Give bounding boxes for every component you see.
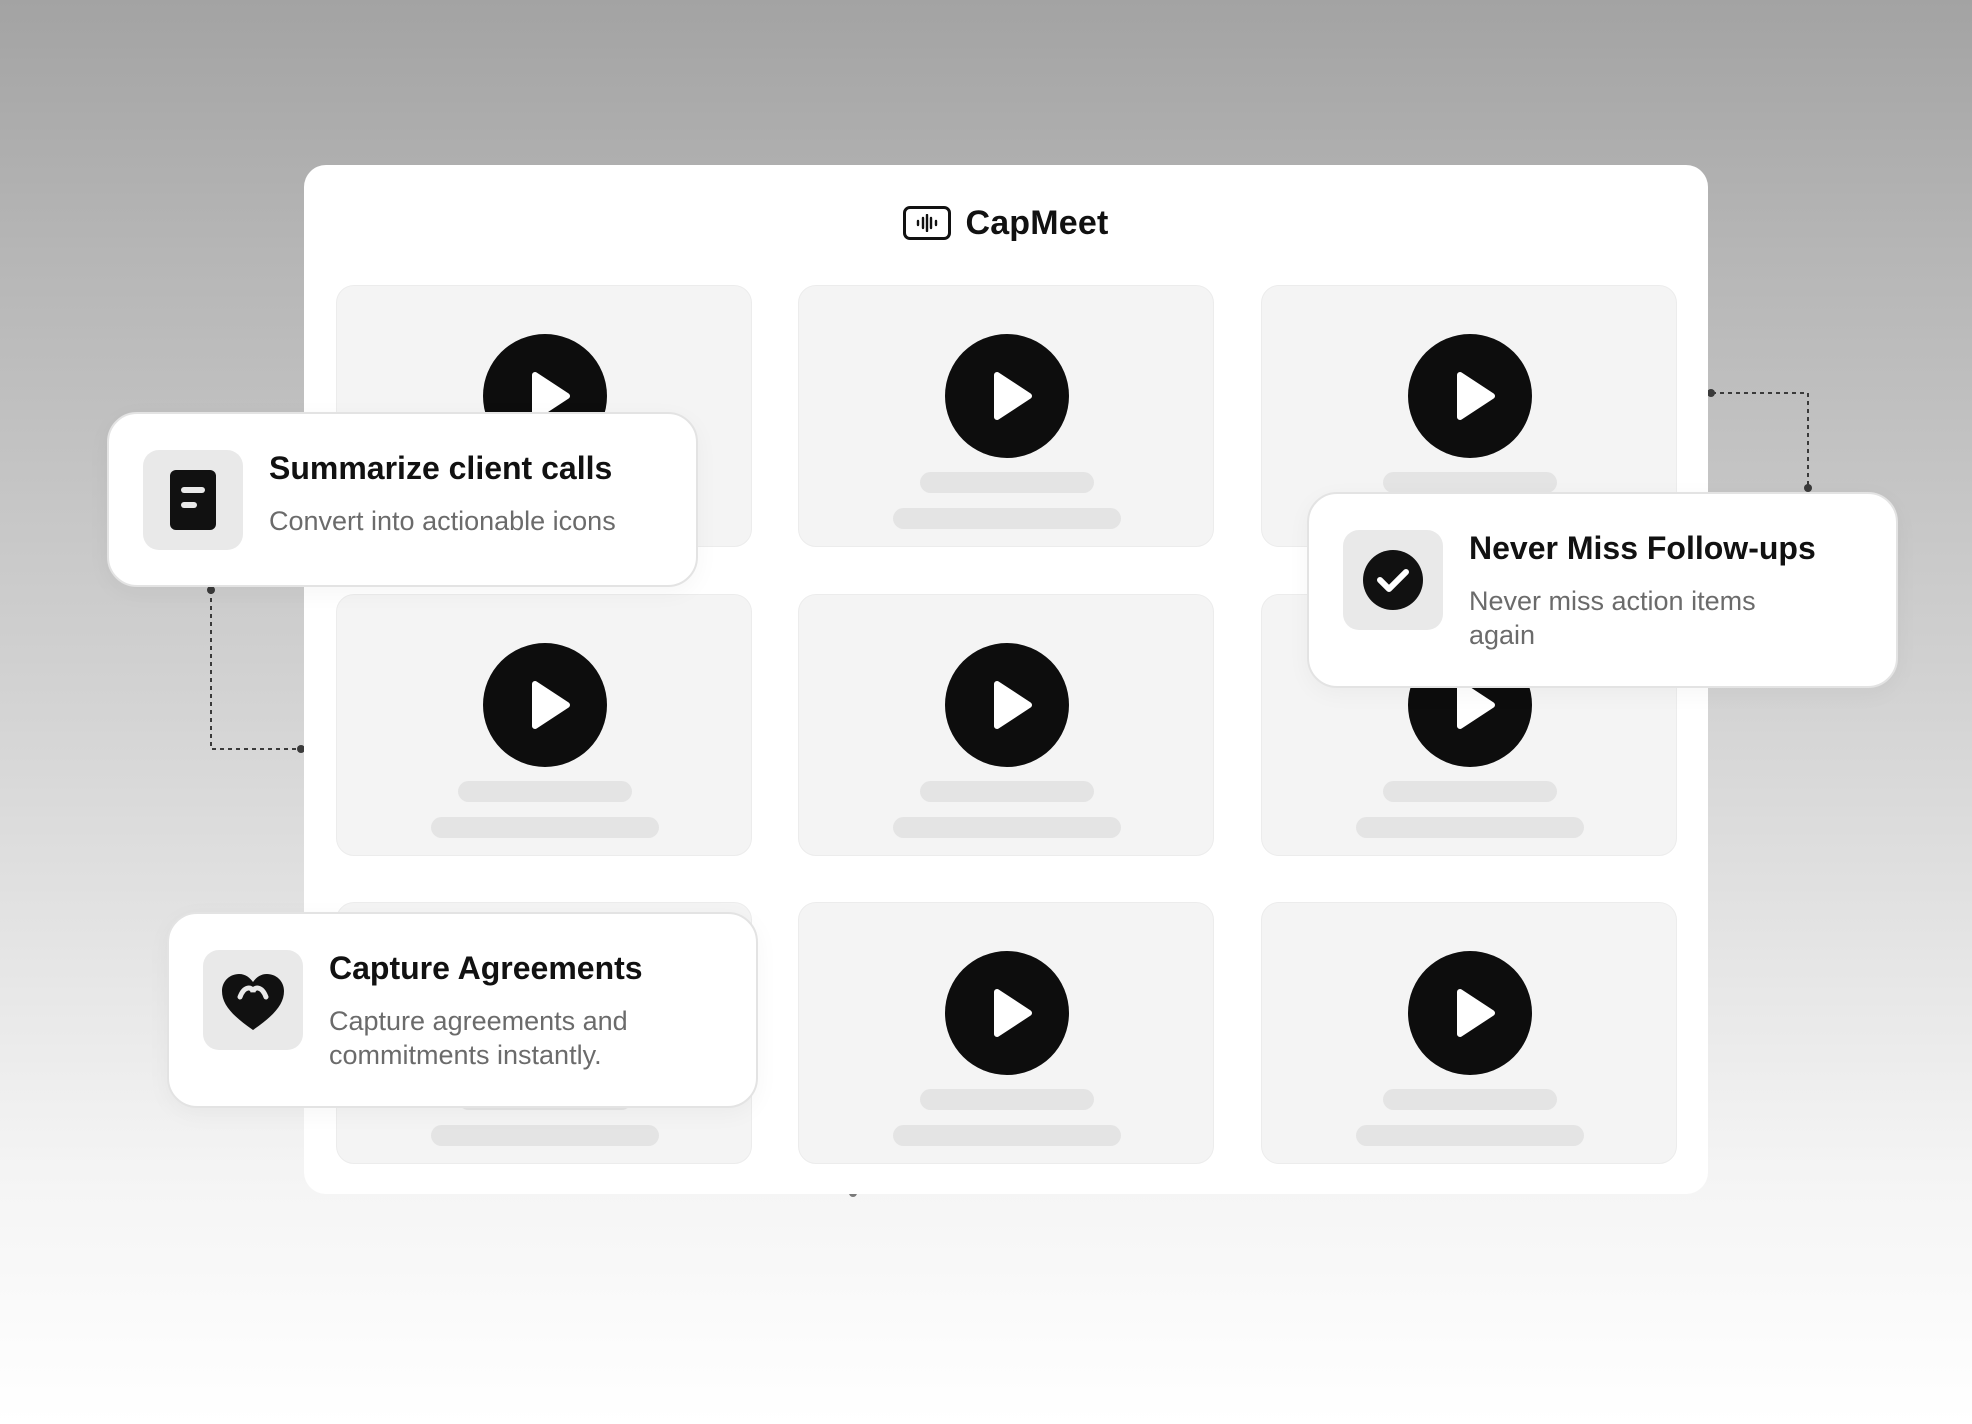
subtitle-placeholder (431, 1125, 659, 1146)
brand-name: CapMeet (965, 203, 1109, 242)
feature-description: Convert into actionable icons (269, 506, 616, 536)
title-placeholder (458, 781, 632, 802)
play-button[interactable] (1408, 951, 1532, 1075)
video-tile[interactable] (336, 594, 752, 856)
subtitle-placeholder (893, 817, 1121, 838)
subtitle-placeholder (431, 817, 659, 838)
play-button[interactable] (1408, 334, 1532, 458)
waveform-icon (903, 206, 952, 240)
feature-title: Never Miss Follow-ups (1469, 530, 1816, 566)
video-tile[interactable] (1261, 902, 1677, 1164)
video-tile[interactable] (798, 594, 1214, 856)
play-icon (1457, 989, 1495, 1037)
play-icon (532, 681, 570, 729)
play-button[interactable] (945, 951, 1069, 1075)
feature-card-summarize: Summarize client calls Convert into acti… (107, 412, 698, 587)
feature-description: Never miss action items again (1469, 586, 1756, 650)
feature-title: Summarize client calls (269, 450, 613, 486)
play-button[interactable] (945, 643, 1069, 767)
play-button[interactable] (945, 334, 1069, 458)
play-button[interactable] (483, 643, 607, 767)
title-placeholder (1383, 1089, 1557, 1110)
subtitle-placeholder (893, 508, 1121, 529)
check-circle-icon (1343, 530, 1443, 630)
play-icon (994, 681, 1032, 729)
title-placeholder (920, 781, 1094, 802)
title-placeholder (920, 1089, 1094, 1110)
brand-header: CapMeet (304, 195, 1708, 251)
document-icon (143, 450, 243, 550)
feature-title: Capture Agreements (329, 950, 643, 986)
play-icon (994, 372, 1032, 420)
play-icon (1457, 372, 1495, 420)
title-placeholder (920, 472, 1094, 493)
video-tile[interactable] (798, 285, 1214, 547)
feature-description: Capture agreements and commitments insta… (329, 1006, 628, 1070)
play-icon (994, 989, 1032, 1037)
heart-icon (203, 950, 303, 1050)
subtitle-placeholder (893, 1125, 1121, 1146)
subtitle-placeholder (1356, 817, 1584, 838)
title-placeholder (1383, 472, 1557, 493)
feature-card-follow-ups: Never Miss Follow-ups Never miss action … (1307, 492, 1898, 688)
video-tile[interactable] (798, 902, 1214, 1164)
feature-card-agreements: Capture Agreements Capture agreements an… (167, 912, 758, 1108)
subtitle-placeholder (1356, 1125, 1584, 1146)
title-placeholder (1383, 781, 1557, 802)
